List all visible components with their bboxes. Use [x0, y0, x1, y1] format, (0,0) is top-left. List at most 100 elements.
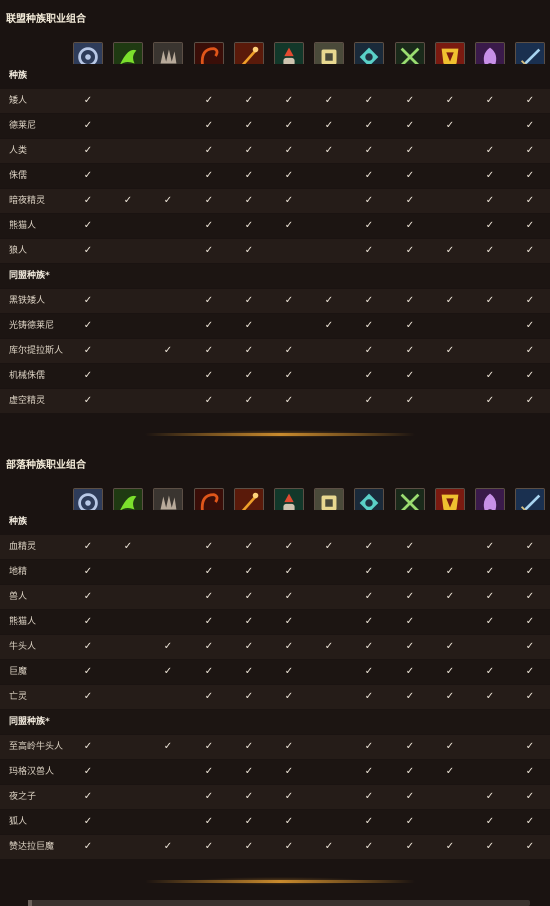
- table-row: 巨魔 ✓ ✓ ✓ ✓ ✓ ✓ ✓ ✓ ✓ ✓: [0, 660, 550, 684]
- check-mark: ✓: [324, 320, 334, 331]
- check-mark: ✓: [83, 145, 93, 156]
- check-mark: ✓: [244, 591, 254, 602]
- check-mark: ✓: [364, 841, 374, 852]
- check-mark: ✓: [485, 616, 495, 627]
- check-mark: ✓: [364, 816, 374, 827]
- check-mark: ✓: [204, 791, 214, 802]
- check-mark: ✓: [163, 741, 173, 752]
- allied-races-header-row: 同盟种族*: [0, 710, 550, 734]
- check-mark: ✓: [525, 245, 535, 256]
- check-mark: ✓: [405, 766, 415, 777]
- check-mark: ✓: [163, 345, 173, 356]
- check-mark: ✓: [445, 345, 455, 356]
- check-mark: ✓: [204, 345, 214, 356]
- race-name: 德莱尼: [9, 121, 37, 131]
- check-mark: ✓: [284, 591, 294, 602]
- race-name: 熊猫人: [9, 221, 37, 231]
- check-mark: ✓: [364, 766, 374, 777]
- check-mark: ✓: [83, 766, 93, 777]
- check-mark: ✓: [445, 95, 455, 106]
- check-mark: ✓: [244, 95, 254, 106]
- check-mark: ✓: [525, 170, 535, 181]
- check-mark: ✓: [405, 345, 415, 356]
- check-mark: ✓: [204, 395, 214, 406]
- race-name: 机械侏儒: [9, 371, 46, 381]
- check-mark: ✓: [405, 220, 415, 231]
- scrollbar-thumb[interactable]: [28, 900, 32, 906]
- alliance-section-title: 联盟种族职业组合: [6, 14, 86, 25]
- horizontal-scrollbar[interactable]: [28, 900, 530, 906]
- check-mark: ✓: [525, 641, 535, 652]
- check-mark: ✓: [244, 791, 254, 802]
- check-mark: ✓: [485, 95, 495, 106]
- check-mark: ✓: [525, 395, 535, 406]
- check-mark: ✓: [445, 841, 455, 852]
- check-mark: ✓: [284, 791, 294, 802]
- check-mark: ✓: [525, 95, 535, 106]
- race-name: 矮人: [9, 96, 28, 106]
- table-row: 侏儒 ✓ ✓ ✓ ✓ ✓ ✓ ✓ ✓: [0, 164, 550, 188]
- race-column-header-row: 种族: [0, 64, 550, 88]
- check-mark: ✓: [364, 145, 374, 156]
- race-name: 巨魔: [9, 667, 28, 677]
- check-mark: ✓: [364, 616, 374, 627]
- check-mark: ✓: [284, 691, 294, 702]
- check-mark: ✓: [405, 616, 415, 627]
- check-mark: ✓: [284, 541, 294, 552]
- check-mark: ✓: [244, 741, 254, 752]
- check-mark: ✓: [405, 370, 415, 381]
- check-mark: ✓: [204, 145, 214, 156]
- check-mark: ✓: [525, 295, 535, 306]
- check-mark: ✓: [405, 791, 415, 802]
- check-mark: ✓: [525, 145, 535, 156]
- check-mark: ✓: [324, 295, 334, 306]
- check-mark: ✓: [284, 395, 294, 406]
- check-mark: ✓: [525, 691, 535, 702]
- page: 联盟种族职业组合 种族 矮人 ✓ ✓ ✓ ✓ ✓ ✓ ✓ ✓ ✓ ✓ 德莱尼 ✓ ✓ ✓ ✓ ✓ ✓ ✓ ✓ ✓ 人类 ✓ ✓ ✓ ✓…: [0, 0, 550, 906]
- race-name: 夜之子: [9, 792, 37, 802]
- check-mark: ✓: [204, 541, 214, 552]
- check-mark: ✓: [284, 95, 294, 106]
- table-row: 虚空精灵 ✓ ✓ ✓ ✓ ✓ ✓ ✓ ✓: [0, 389, 550, 413]
- check-mark: ✓: [445, 766, 455, 777]
- race-name: 至高岭牛头人: [9, 742, 64, 752]
- check-mark: ✓: [445, 566, 455, 577]
- check-mark: ✓: [324, 145, 334, 156]
- check-mark: ✓: [163, 666, 173, 677]
- check-mark: ✓: [485, 370, 495, 381]
- check-mark: ✓: [525, 370, 535, 381]
- check-mark: ✓: [364, 566, 374, 577]
- check-mark: ✓: [204, 666, 214, 677]
- table-row: 德莱尼 ✓ ✓ ✓ ✓ ✓ ✓ ✓ ✓ ✓: [0, 114, 550, 138]
- check-mark: ✓: [485, 591, 495, 602]
- check-mark: ✓: [83, 220, 93, 231]
- check-mark: ✓: [445, 641, 455, 652]
- check-mark: ✓: [364, 641, 374, 652]
- check-mark: ✓: [83, 170, 93, 181]
- check-mark: ✓: [83, 295, 93, 306]
- check-mark: ✓: [324, 841, 334, 852]
- check-mark: ✓: [445, 691, 455, 702]
- check-mark: ✓: [83, 691, 93, 702]
- check-mark: ✓: [485, 666, 495, 677]
- check-mark: ✓: [204, 320, 214, 331]
- check-mark: ✓: [324, 541, 334, 552]
- check-mark: ✓: [83, 566, 93, 577]
- check-mark: ✓: [405, 195, 415, 206]
- race-column-header: 种族: [9, 517, 28, 527]
- check-mark: ✓: [284, 370, 294, 381]
- check-mark: ✓: [244, 816, 254, 827]
- race-name: 库尔提拉斯人: [9, 346, 64, 356]
- check-mark: ✓: [204, 616, 214, 627]
- check-mark: ✓: [405, 295, 415, 306]
- check-mark: ✓: [204, 591, 214, 602]
- check-mark: ✓: [525, 566, 535, 577]
- table-row: 库尔提拉斯人 ✓ ✓ ✓ ✓ ✓ ✓ ✓ ✓ ✓: [0, 339, 550, 363]
- check-mark: ✓: [83, 741, 93, 752]
- check-mark: ✓: [485, 170, 495, 181]
- check-mark: ✓: [284, 145, 294, 156]
- race-name: 暗夜精灵: [9, 196, 46, 206]
- check-mark: ✓: [485, 220, 495, 231]
- check-mark: ✓: [485, 395, 495, 406]
- check-mark: ✓: [284, 220, 294, 231]
